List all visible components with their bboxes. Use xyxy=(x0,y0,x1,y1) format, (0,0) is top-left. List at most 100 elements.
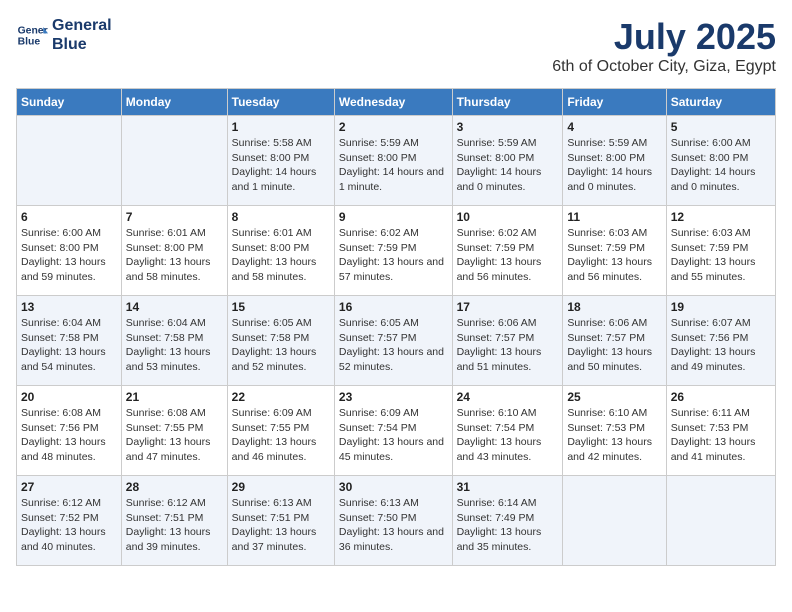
day-number: 8 xyxy=(232,210,330,224)
day-number: 25 xyxy=(567,390,661,404)
calendar-cell: 16 Sunrise: 6:05 AM Sunset: 7:57 PM Dayli… xyxy=(334,296,452,386)
day-number: 31 xyxy=(457,480,559,494)
calendar-title: July 2025 xyxy=(552,16,776,58)
calendar-cell: 15 Sunrise: 6:05 AM Sunset: 7:58 PM Dayli… xyxy=(227,296,334,386)
calendar-cell: 18 Sunrise: 6:06 AM Sunset: 7:57 PM Dayli… xyxy=(563,296,666,386)
day-info: Sunrise: 6:05 AM Sunset: 7:57 PM Dayligh… xyxy=(339,316,448,375)
day-info: Sunrise: 6:12 AM Sunset: 7:52 PM Dayligh… xyxy=(21,496,117,555)
day-number: 30 xyxy=(339,480,448,494)
day-info: Sunrise: 6:10 AM Sunset: 7:53 PM Dayligh… xyxy=(567,406,661,465)
day-number: 23 xyxy=(339,390,448,404)
calendar-cell: 20Sunrise: 6:08 AM Sunset: 7:56 PM Dayli… xyxy=(17,386,122,476)
day-number: 27 xyxy=(21,480,117,494)
day-number: 20 xyxy=(21,390,117,404)
header-day-tuesday: Tuesday xyxy=(227,89,334,116)
day-info: Sunrise: 6:01 AM Sunset: 8:00 PM Dayligh… xyxy=(232,226,330,285)
calendar-cell: 24 Sunrise: 6:10 AM Sunset: 7:54 PM Dayli… xyxy=(452,386,563,476)
day-number: 22 xyxy=(232,390,330,404)
header-day-friday: Friday xyxy=(563,89,666,116)
calendar-cell: 13Sunrise: 6:04 AM Sunset: 7:58 PM Dayli… xyxy=(17,296,122,386)
calendar-cell: 31 Sunrise: 6:14 AM Sunset: 7:49 PM Dayli… xyxy=(452,476,563,566)
calendar-cell: 23 Sunrise: 6:09 AM Sunset: 7:54 PM Dayli… xyxy=(334,386,452,476)
day-number: 10 xyxy=(457,210,559,224)
day-info: Sunrise: 6:12 AM Sunset: 7:51 PM Dayligh… xyxy=(126,496,223,555)
logo-icon: General Blue xyxy=(16,19,48,51)
day-number: 16 xyxy=(339,300,448,314)
calendar-cell: 19 Sunrise: 6:07 AM Sunset: 7:56 PM Dayli… xyxy=(666,296,775,386)
calendar-cell: 4Sunrise: 5:59 AM Sunset: 8:00 PM Daylig… xyxy=(563,116,666,206)
calendar-cell: 12Sunrise: 6:03 AM Sunset: 7:59 PM Dayli… xyxy=(666,206,775,296)
calendar-cell: 11 Sunrise: 6:03 AM Sunset: 7:59 PM Dayli… xyxy=(563,206,666,296)
day-number: 6 xyxy=(21,210,117,224)
calendar-cell: 10 Sunrise: 6:02 AM Sunset: 7:59 PM Dayli… xyxy=(452,206,563,296)
calendar-header-row: SundayMondayTuesdayWednesdayThursdayFrid… xyxy=(17,89,776,116)
day-number: 14 xyxy=(126,300,223,314)
calendar-cell: 21Sunrise: 6:08 AM Sunset: 7:55 PM Dayli… xyxy=(121,386,227,476)
day-number: 9 xyxy=(339,210,448,224)
day-info: Sunrise: 5:58 AM Sunset: 8:00 PM Dayligh… xyxy=(232,136,330,195)
calendar-cell: 26Sunrise: 6:11 AM Sunset: 7:53 PM Dayli… xyxy=(666,386,775,476)
day-info: Sunrise: 6:14 AM Sunset: 7:49 PM Dayligh… xyxy=(457,496,559,555)
calendar-cell: 1 Sunrise: 5:58 AM Sunset: 8:00 PM Daylig… xyxy=(227,116,334,206)
header-day-saturday: Saturday xyxy=(666,89,775,116)
calendar-cell: 29 Sunrise: 6:13 AM Sunset: 7:51 PM Dayli… xyxy=(227,476,334,566)
day-info: Sunrise: 6:04 AM Sunset: 7:58 PM Dayligh… xyxy=(126,316,223,375)
day-info: Sunrise: 5:59 AM Sunset: 8:00 PM Dayligh… xyxy=(567,136,661,195)
day-number: 1 xyxy=(232,120,330,134)
calendar-cell: 30Sunrise: 6:13 AM Sunset: 7:50 PM Dayli… xyxy=(334,476,452,566)
day-number: 11 xyxy=(567,210,661,224)
header: General Blue GeneralBlue July 2025 6th o… xyxy=(16,16,776,76)
day-info: Sunrise: 6:03 AM Sunset: 7:59 PM Dayligh… xyxy=(567,226,661,285)
day-number: 26 xyxy=(671,390,771,404)
calendar-cell: 22Sunrise: 6:09 AM Sunset: 7:55 PM Dayli… xyxy=(227,386,334,476)
header-day-thursday: Thursday xyxy=(452,89,563,116)
calendar-cell xyxy=(666,476,775,566)
calendar-cell: 2Sunrise: 5:59 AM Sunset: 8:00 PM Daylig… xyxy=(334,116,452,206)
day-info: Sunrise: 6:01 AM Sunset: 8:00 PM Dayligh… xyxy=(126,226,223,285)
day-number: 17 xyxy=(457,300,559,314)
calendar-cell: 7 Sunrise: 6:01 AM Sunset: 8:00 PM Daylig… xyxy=(121,206,227,296)
calendar-week-row: 6 Sunrise: 6:00 AM Sunset: 8:00 PM Daylig… xyxy=(17,206,776,296)
logo: General Blue GeneralBlue xyxy=(16,16,112,54)
header-day-wednesday: Wednesday xyxy=(334,89,452,116)
day-number: 7 xyxy=(126,210,223,224)
day-info: Sunrise: 6:00 AM Sunset: 8:00 PM Dayligh… xyxy=(21,226,117,285)
day-number: 5 xyxy=(671,120,771,134)
calendar-cell xyxy=(17,116,122,206)
calendar-cell xyxy=(563,476,666,566)
calendar-cell: 3Sunrise: 5:59 AM Sunset: 8:00 PM Daylig… xyxy=(452,116,563,206)
day-number: 18 xyxy=(567,300,661,314)
day-number: 21 xyxy=(126,390,223,404)
day-number: 12 xyxy=(671,210,771,224)
calendar-week-row: 20Sunrise: 6:08 AM Sunset: 7:56 PM Dayli… xyxy=(17,386,776,476)
header-day-sunday: Sunday xyxy=(17,89,122,116)
day-info: Sunrise: 6:00 AM Sunset: 8:00 PM Dayligh… xyxy=(671,136,771,195)
calendar-week-row: 27 Sunrise: 6:12 AM Sunset: 7:52 PM Dayli… xyxy=(17,476,776,566)
calendar-cell: 5 Sunrise: 6:00 AM Sunset: 8:00 PM Daylig… xyxy=(666,116,775,206)
svg-text:Blue: Blue xyxy=(18,37,41,48)
calendar-subtitle: 6th of October City, Giza, Egypt xyxy=(552,58,776,76)
calendar-cell xyxy=(121,116,227,206)
day-info: Sunrise: 6:04 AM Sunset: 7:58 PM Dayligh… xyxy=(21,316,117,375)
day-number: 19 xyxy=(671,300,771,314)
day-number: 28 xyxy=(126,480,223,494)
calendar-cell: 25 Sunrise: 6:10 AM Sunset: 7:53 PM Dayli… xyxy=(563,386,666,476)
title-area: July 2025 6th of October City, Giza, Egy… xyxy=(552,16,776,76)
day-number: 29 xyxy=(232,480,330,494)
day-info: Sunrise: 6:13 AM Sunset: 7:51 PM Dayligh… xyxy=(232,496,330,555)
day-info: Sunrise: 5:59 AM Sunset: 8:00 PM Dayligh… xyxy=(339,136,448,195)
calendar-cell: 8 Sunrise: 6:01 AM Sunset: 8:00 PM Daylig… xyxy=(227,206,334,296)
day-info: Sunrise: 6:02 AM Sunset: 7:59 PM Dayligh… xyxy=(339,226,448,285)
calendar-cell: 9 Sunrise: 6:02 AM Sunset: 7:59 PM Daylig… xyxy=(334,206,452,296)
calendar-cell: 6 Sunrise: 6:00 AM Sunset: 8:00 PM Daylig… xyxy=(17,206,122,296)
day-info: Sunrise: 6:09 AM Sunset: 7:54 PM Dayligh… xyxy=(339,406,448,465)
day-info: Sunrise: 6:05 AM Sunset: 7:58 PM Dayligh… xyxy=(232,316,330,375)
day-number: 15 xyxy=(232,300,330,314)
calendar-cell: 28 Sunrise: 6:12 AM Sunset: 7:51 PM Dayli… xyxy=(121,476,227,566)
day-info: Sunrise: 6:07 AM Sunset: 7:56 PM Dayligh… xyxy=(671,316,771,375)
day-number: 24 xyxy=(457,390,559,404)
day-info: Sunrise: 6:02 AM Sunset: 7:59 PM Dayligh… xyxy=(457,226,559,285)
day-info: Sunrise: 6:06 AM Sunset: 7:57 PM Dayligh… xyxy=(567,316,661,375)
day-info: Sunrise: 6:10 AM Sunset: 7:54 PM Dayligh… xyxy=(457,406,559,465)
day-info: Sunrise: 6:06 AM Sunset: 7:57 PM Dayligh… xyxy=(457,316,559,375)
